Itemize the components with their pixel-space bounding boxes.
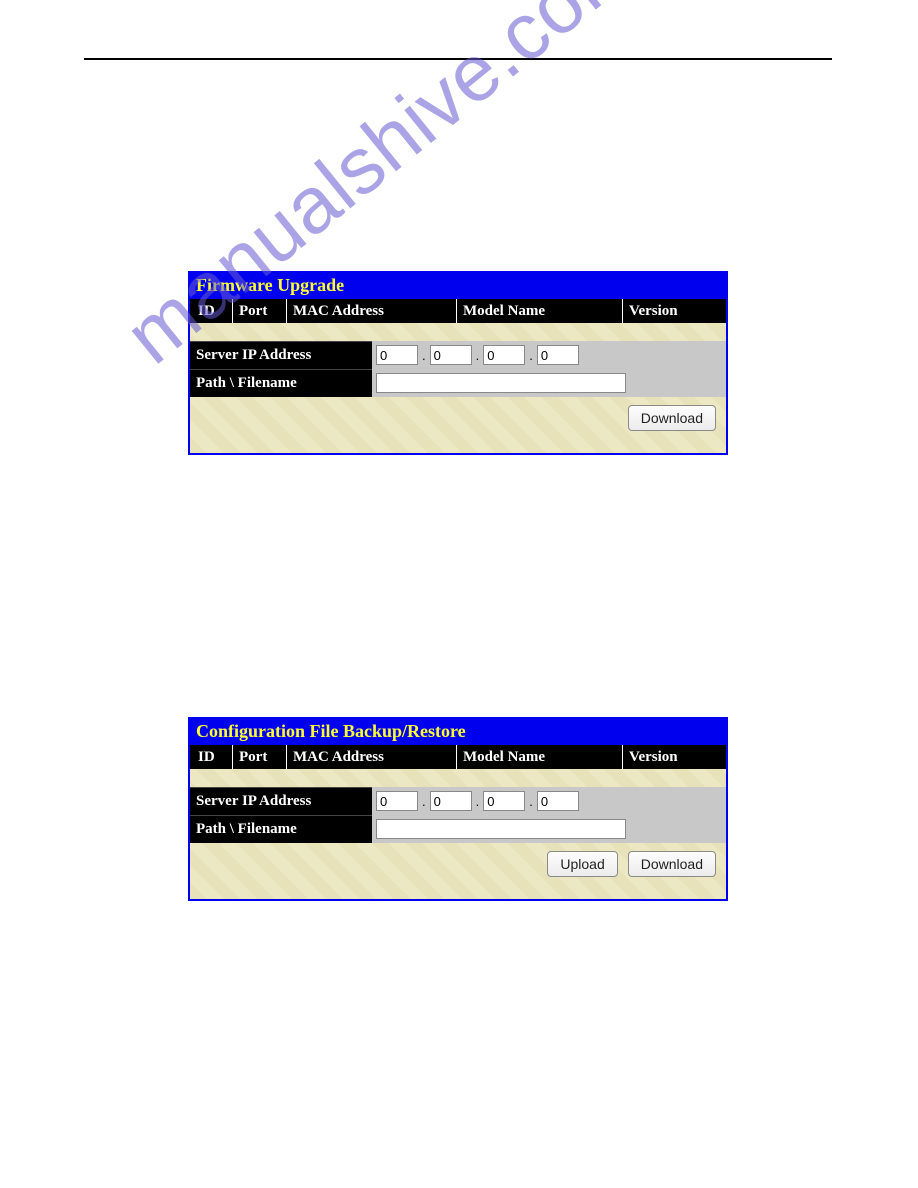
col-mac-address: MAC Address bbox=[286, 299, 456, 323]
server-ip-value: . . . bbox=[372, 341, 726, 369]
ip-dot: . bbox=[529, 794, 533, 809]
server-ip-label: Server IP Address bbox=[190, 787, 372, 815]
ip-octet-3[interactable] bbox=[483, 791, 525, 811]
path-filename-row: Path \ Filename bbox=[190, 815, 726, 843]
firmware-upgrade-panel: Firmware Upgrade ID Port MAC Address Mod… bbox=[188, 271, 728, 455]
path-filename-row: Path \ Filename bbox=[190, 369, 726, 397]
server-ip-value: . . . bbox=[372, 787, 726, 815]
ip-octet-1[interactable] bbox=[376, 345, 418, 365]
ip-dot: . bbox=[529, 348, 533, 363]
ip-dot: . bbox=[422, 794, 426, 809]
spacer bbox=[190, 769, 726, 787]
column-header-row: ID Port MAC Address Model Name Version bbox=[190, 745, 726, 769]
horizontal-rule bbox=[84, 58, 832, 60]
server-ip-label: Server IP Address bbox=[190, 341, 372, 369]
path-filename-label: Path \ Filename bbox=[190, 815, 372, 843]
col-id: ID bbox=[190, 745, 232, 769]
spacer bbox=[190, 323, 726, 341]
ip-octet-1[interactable] bbox=[376, 791, 418, 811]
button-row: Download bbox=[190, 397, 726, 439]
col-id: ID bbox=[190, 299, 232, 323]
server-ip-row: Server IP Address . . . bbox=[190, 341, 726, 369]
column-header-row: ID Port MAC Address Model Name Version bbox=[190, 299, 726, 323]
download-button[interactable]: Download bbox=[628, 851, 716, 877]
col-version: Version bbox=[622, 299, 726, 323]
col-model-name: Model Name bbox=[456, 299, 622, 323]
ip-dot: . bbox=[422, 348, 426, 363]
button-row: Upload Download bbox=[190, 843, 726, 885]
config-backup-restore-panel: Configuration File Backup/Restore ID Por… bbox=[188, 717, 728, 901]
ip-octet-2[interactable] bbox=[430, 791, 472, 811]
col-version: Version bbox=[622, 745, 726, 769]
col-mac-address: MAC Address bbox=[286, 745, 456, 769]
col-port: Port bbox=[232, 745, 286, 769]
ip-octet-4[interactable] bbox=[537, 791, 579, 811]
path-filename-input[interactable] bbox=[376, 373, 626, 393]
path-filename-label: Path \ Filename bbox=[190, 369, 372, 397]
col-port: Port bbox=[232, 299, 286, 323]
ip-dot: . bbox=[476, 794, 480, 809]
ip-octet-2[interactable] bbox=[430, 345, 472, 365]
server-ip-row: Server IP Address . . . bbox=[190, 787, 726, 815]
path-filename-value bbox=[372, 815, 726, 843]
panel-title-firmware: Firmware Upgrade bbox=[190, 273, 726, 299]
download-button[interactable]: Download bbox=[628, 405, 716, 431]
ip-octet-3[interactable] bbox=[483, 345, 525, 365]
path-filename-value bbox=[372, 369, 726, 397]
panel-title-config: Configuration File Backup/Restore bbox=[190, 719, 726, 745]
path-filename-input[interactable] bbox=[376, 819, 626, 839]
ip-octet-4[interactable] bbox=[537, 345, 579, 365]
ip-dot: . bbox=[476, 348, 480, 363]
upload-button[interactable]: Upload bbox=[547, 851, 617, 877]
col-model-name: Model Name bbox=[456, 745, 622, 769]
